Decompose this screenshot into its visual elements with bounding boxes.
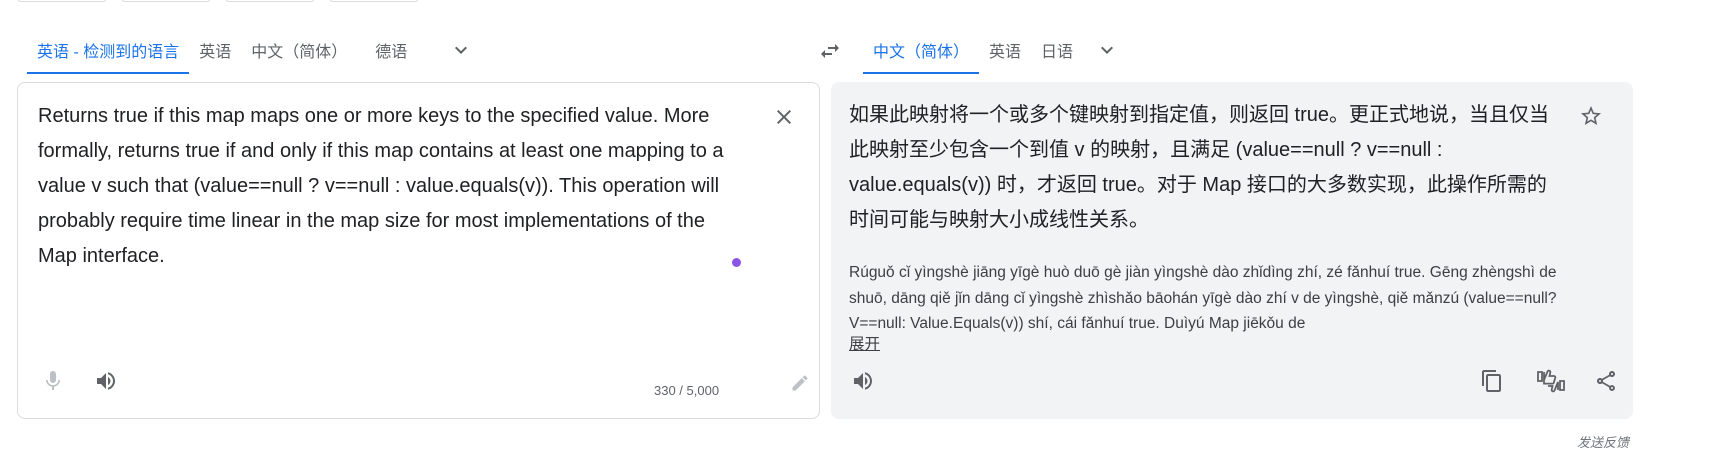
share-translation-button[interactable] bbox=[1588, 363, 1624, 399]
top-button-1[interactable] bbox=[17, 0, 107, 2]
top-button-2[interactable] bbox=[121, 0, 211, 2]
source-lang-tab-german[interactable]: 德语 bbox=[365, 26, 437, 74]
chevron-down-icon[interactable] bbox=[437, 26, 485, 74]
rate-translation-button[interactable] bbox=[1533, 363, 1569, 399]
top-button-3[interactable] bbox=[225, 0, 315, 2]
save-translation-button[interactable] bbox=[1575, 100, 1607, 132]
star-icon bbox=[1581, 106, 1601, 125]
target-lang-tab-japanese[interactable]: 日语 bbox=[1031, 26, 1083, 74]
top-button-4[interactable] bbox=[329, 0, 419, 2]
copy-translation-button[interactable] bbox=[1474, 363, 1510, 399]
romanization-text: Rúguǒ cǐ yìngshè jiāng yīgè huò duō gè j… bbox=[849, 264, 1557, 332]
source-panel: Returns true if this map maps one or mor… bbox=[17, 82, 820, 419]
translation-panel: 如果此映射将一个或多个键映射到指定值，则返回 true。更正式地说，当且仅当此映… bbox=[831, 82, 1633, 419]
listen-translation-button[interactable] bbox=[845, 363, 881, 399]
source-text-input[interactable]: Returns true if this map maps one or mor… bbox=[38, 99, 738, 274]
target-language-bar: 中文（简体） 英语 日语 bbox=[863, 26, 1131, 74]
swap-languages-button[interactable] bbox=[812, 34, 848, 68]
source-language-bar: 英语 - 检测到的语言 英语 中文（简体） 德语 bbox=[27, 26, 485, 74]
handwriting-button[interactable] bbox=[782, 365, 818, 401]
send-feedback-link[interactable]: 发送反馈 bbox=[1577, 432, 1629, 451]
speaker-icon bbox=[97, 372, 115, 390]
share-icon bbox=[1597, 371, 1615, 391]
target-lang-tab-chinese[interactable]: 中文（简体） bbox=[863, 26, 980, 74]
clear-source-button[interactable] bbox=[768, 101, 800, 133]
thumbs-rate-icon bbox=[1537, 369, 1565, 393]
mic-icon bbox=[46, 371, 60, 390]
voice-input-button[interactable] bbox=[35, 363, 71, 399]
target-lang-tab-english[interactable]: 英语 bbox=[979, 26, 1031, 74]
copy-icon bbox=[1482, 370, 1501, 392]
source-lang-tab-detected[interactable]: 英语 - 检测到的语言 bbox=[27, 26, 190, 74]
close-icon bbox=[777, 110, 791, 124]
source-lang-tab-english[interactable]: 英语 bbox=[189, 26, 241, 74]
pencil-icon bbox=[792, 375, 808, 391]
character-count: 330 / 5,000 bbox=[654, 383, 720, 398]
speaker-icon bbox=[854, 372, 872, 390]
expand-link[interactable]: 展开 bbox=[849, 332, 880, 357]
translation-text: 如果此映射将一个或多个键映射到指定值，则返回 true。更正式地说，当且仅当此映… bbox=[849, 104, 1550, 231]
status-dot bbox=[732, 258, 741, 267]
chevron-down-icon[interactable] bbox=[1083, 26, 1131, 74]
swap-horiz-icon bbox=[821, 44, 839, 58]
source-lang-tab-chinese[interactable]: 中文（简体） bbox=[241, 26, 365, 74]
listen-source-button[interactable] bbox=[88, 363, 124, 399]
